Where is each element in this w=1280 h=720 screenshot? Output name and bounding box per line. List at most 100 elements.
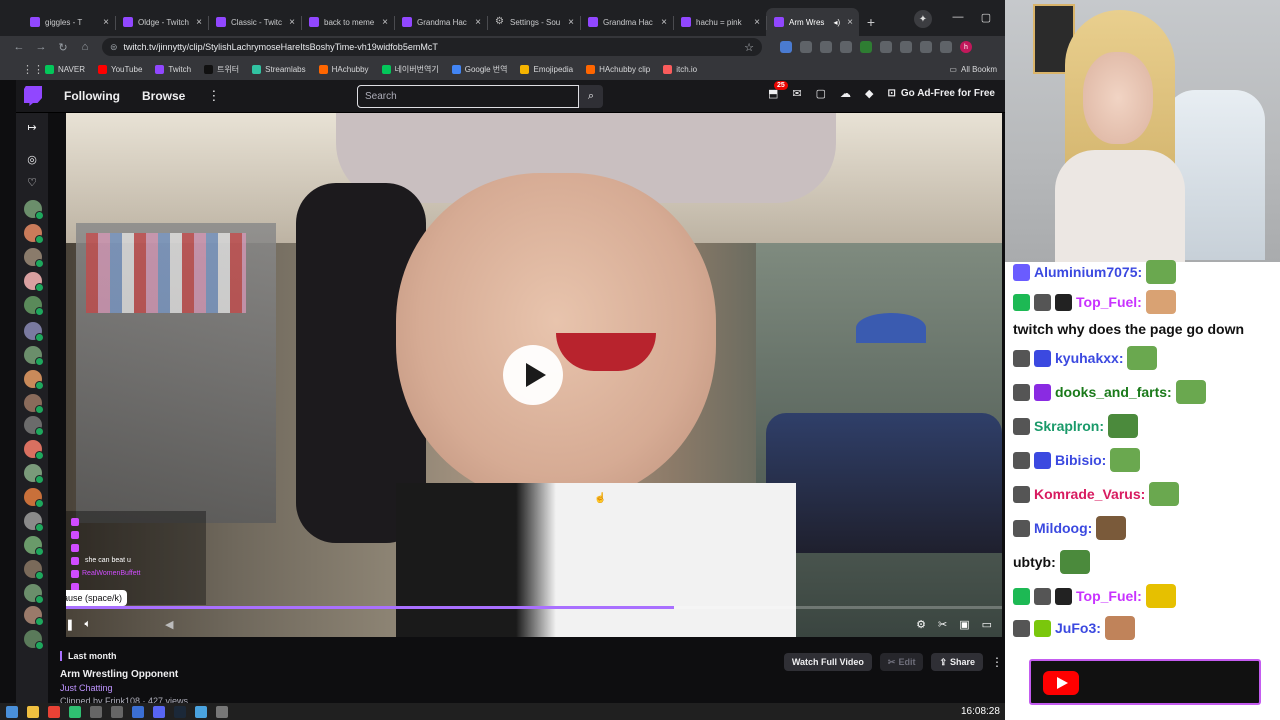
search-icon[interactable]: ⌕ xyxy=(579,85,603,108)
forward-icon[interactable]: → xyxy=(30,41,52,53)
chat-username[interactable]: Skraplron: xyxy=(1034,415,1104,437)
close-tab-icon[interactable]: × xyxy=(475,17,481,28)
chat-badge-icon[interactable] xyxy=(1034,293,1051,311)
bookmark-item[interactable]: HAchubby xyxy=(318,64,369,75)
bookmark-item[interactable]: Google 번역 xyxy=(451,64,507,75)
volume-icon[interactable]: 🔈︎ xyxy=(84,618,91,631)
app-icon[interactable] xyxy=(111,705,123,718)
expand-sidebar-icon[interactable]: ↦ xyxy=(25,121,39,134)
steam-icon[interactable] xyxy=(174,705,186,718)
channel-avatar[interactable] xyxy=(24,440,44,460)
apps-grid-icon[interactable]: ⋮⋮ xyxy=(22,63,44,76)
channel-avatar[interactable] xyxy=(24,200,44,220)
channel-avatar[interactable] xyxy=(24,560,44,580)
browser-tab[interactable]: Classic - Twitc × xyxy=(208,8,301,36)
reload-icon[interactable]: ↻ xyxy=(52,41,74,54)
chat-username[interactable]: ubtyb: xyxy=(1013,551,1056,573)
close-tab-icon[interactable]: × xyxy=(289,17,295,28)
profile-avatar[interactable]: h xyxy=(960,41,972,53)
channel-avatar[interactable] xyxy=(24,584,44,604)
url-omnibox[interactable]: ⊜ twitch.tv/jinnytty/clip/StylishLachrym… xyxy=(102,38,762,56)
more-options-icon[interactable]: ⋮ xyxy=(991,655,1003,669)
search-input[interactable] xyxy=(357,85,579,108)
chat-badge-icon[interactable] xyxy=(1055,587,1072,605)
bookmark-item[interactable]: Twitch xyxy=(155,64,191,75)
browser-tab[interactable]: ⚙ Settings - Sou × xyxy=(487,8,580,36)
close-tab-icon[interactable]: × xyxy=(847,17,853,28)
windows-start-icon[interactable] xyxy=(6,705,18,718)
bookmark-item[interactable]: 트위터 xyxy=(204,64,239,75)
back-icon[interactable]: ← xyxy=(8,41,30,53)
browser-tab[interactable]: giggles - T × xyxy=(22,8,115,36)
picture-in-picture-icon[interactable]: ▣ xyxy=(959,618,969,631)
chat-badge-icon[interactable] xyxy=(1013,485,1030,503)
app-icon[interactable] xyxy=(132,705,144,718)
channel-avatar[interactable] xyxy=(24,630,44,650)
download-icon[interactable] xyxy=(920,41,932,53)
audio-playing-icon[interactable]: ◂) xyxy=(833,18,840,27)
puzzle-icon[interactable] xyxy=(880,41,892,53)
bookmark-item[interactable]: HAchubby clip xyxy=(586,64,650,75)
go-ad-free-button[interactable]: ⊡ Go Ad-Free for Free xyxy=(888,88,995,99)
channel-avatar[interactable] xyxy=(24,394,44,414)
minimize-icon[interactable]: — xyxy=(944,6,972,28)
channel-avatar[interactable] xyxy=(24,488,44,508)
browser-tab[interactable]: hachu = pink × xyxy=(673,8,766,36)
more-options-icon[interactable]: ⋮ xyxy=(207,88,220,104)
browser-tab[interactable]: Oldge - Twitch × xyxy=(115,8,208,36)
category-link[interactable]: Just Chatting xyxy=(60,683,113,693)
channel-avatar[interactable] xyxy=(24,322,44,342)
close-tab-icon[interactable]: × xyxy=(196,17,202,28)
following-link[interactable]: Following xyxy=(64,89,120,103)
bookmark-star-icon[interactable]: ☆ xyxy=(744,41,754,54)
theatre-mode-icon[interactable]: ▭ xyxy=(982,618,992,631)
channel-avatar[interactable] xyxy=(24,296,44,316)
chat-badge-icon[interactable] xyxy=(1013,587,1030,605)
channel-avatar[interactable] xyxy=(24,346,44,366)
chrome-icon[interactable] xyxy=(48,705,60,718)
bookmark-item[interactable]: itch.io xyxy=(663,64,697,75)
channel-avatar[interactable] xyxy=(24,464,44,484)
watch-full-video-button[interactable]: Watch Full Video xyxy=(783,653,872,671)
site-info-icon[interactable]: ⊜ xyxy=(110,42,118,53)
extension-icon[interactable] xyxy=(780,41,792,53)
menu-icon[interactable] xyxy=(940,41,952,53)
all-bookmarks-button[interactable]: ▭ All Bookm xyxy=(949,65,997,74)
browser-tab[interactable]: Grandma Hac × xyxy=(394,8,487,36)
bookmark-item[interactable]: YouTube xyxy=(97,64,142,75)
play-button[interactable] xyxy=(503,345,563,405)
inbox-icon[interactable]: ✉ xyxy=(792,87,801,100)
chat-badge-icon[interactable] xyxy=(1055,293,1072,311)
extension-icon[interactable] xyxy=(800,41,812,53)
chat-badge-icon[interactable] xyxy=(1013,619,1030,637)
app-icon[interactable] xyxy=(195,705,207,718)
video-player[interactable]: she can beat u RealWomenBuffett ☝ ❚❚ 🔈︎ ◀… xyxy=(66,113,1002,637)
pause-icon[interactable]: ❚❚ xyxy=(66,618,74,631)
bits-icon[interactable]: ☁ xyxy=(840,87,851,100)
chat-badge-icon[interactable] xyxy=(1013,417,1030,435)
home-icon[interactable]: ⌂ xyxy=(74,41,96,53)
channel-avatar[interactable] xyxy=(24,224,44,244)
clip-icon[interactable]: ✂ xyxy=(938,618,947,631)
channel-avatar[interactable] xyxy=(24,272,44,292)
close-tab-icon[interactable]: × xyxy=(754,17,760,28)
browser-tab[interactable]: Grandma Hac × xyxy=(580,8,673,36)
chat-badge-icon[interactable] xyxy=(1034,383,1051,401)
bookmark-item[interactable]: Emojipedia xyxy=(520,64,573,75)
chat-badge-icon[interactable] xyxy=(1013,293,1030,311)
browser-tab[interactable]: Arm Wres ◂) × xyxy=(766,8,859,36)
app-icon[interactable] xyxy=(69,705,81,718)
extension-icon[interactable] xyxy=(840,41,852,53)
chat-badge-icon[interactable] xyxy=(1034,349,1051,367)
obs-icon[interactable] xyxy=(216,705,228,718)
close-tab-icon[interactable]: × xyxy=(568,17,574,28)
edit-button[interactable]: ✂ Edit xyxy=(879,653,924,671)
bookmark-item[interactable]: 네이버번역기 xyxy=(381,64,439,75)
file-explorer-icon[interactable] xyxy=(27,705,39,718)
channel-avatar[interactable] xyxy=(24,606,44,626)
new-tab-button[interactable]: + xyxy=(859,8,883,36)
browser-tab[interactable]: back to meme × xyxy=(301,8,394,36)
chat-username[interactable]: Komrade_Varus: xyxy=(1034,483,1145,505)
close-tab-icon[interactable]: × xyxy=(382,17,388,28)
channel-avatar[interactable] xyxy=(24,370,44,390)
